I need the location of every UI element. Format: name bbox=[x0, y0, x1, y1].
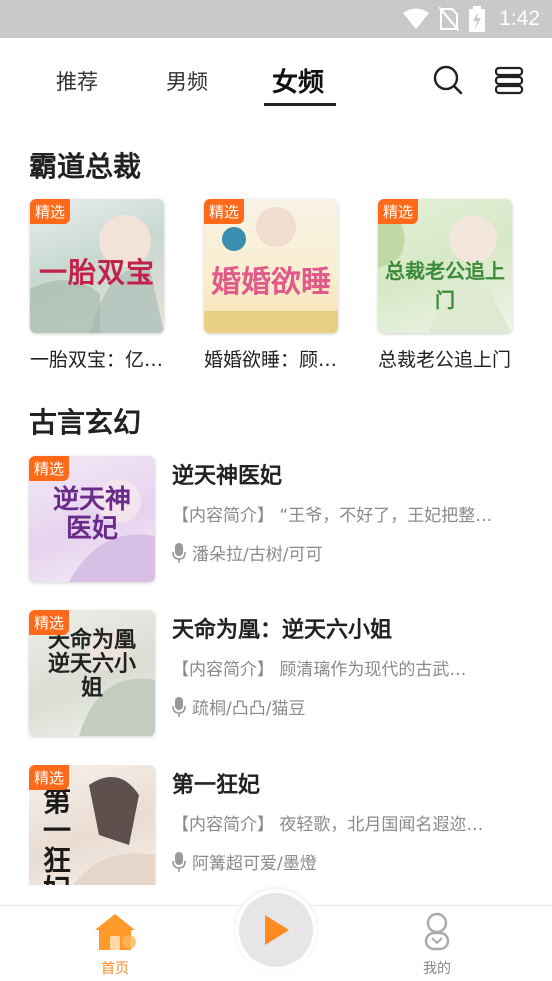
status-icons: 1:42 bbox=[403, 0, 540, 38]
book-title[interactable]: 逆天神医妃 bbox=[172, 458, 282, 490]
tab-recommend[interactable]: 推荐 bbox=[56, 66, 98, 96]
cover-title: 逆天神医妃 bbox=[52, 485, 131, 544]
book-title[interactable]: 总裁老公追上门 bbox=[378, 345, 538, 372]
book-title[interactable]: 第一狂妃 bbox=[172, 767, 260, 799]
list-item[interactable]: 第一狂妃 精选 第一狂妃 【内容简介】 夜轻歌，北月国闻名遐迩… 阿篝超可爱/墨… bbox=[29, 765, 529, 885]
list-item[interactable]: 逆天神医妃 精选 逆天神医妃 【内容简介】 “王爷，不好了，王妃把整… 潘朵拉/… bbox=[29, 456, 529, 586]
book-description: 【内容简介】 夜轻歌，北月国闻名遐迩… bbox=[172, 815, 484, 835]
no-sim-icon bbox=[439, 7, 460, 31]
section-title-list: 古言玄幻 bbox=[29, 406, 142, 439]
voice-actors: 阿篝超可爱/墨燈 bbox=[172, 849, 317, 874]
tab-male[interactable]: 男频 bbox=[166, 66, 208, 96]
nav-mine[interactable]: 我的 bbox=[397, 912, 477, 978]
tab-female[interactable]: 女频 bbox=[272, 62, 324, 99]
microphone-icon bbox=[172, 542, 186, 563]
microphone-icon bbox=[172, 696, 186, 717]
search-icon[interactable] bbox=[432, 64, 464, 96]
book-description: 【内容简介】 “王爷，不好了，王妃把整… bbox=[172, 506, 493, 526]
status-bar: 1:42 bbox=[0, 0, 552, 38]
top-nav: 推荐 男频 女频 bbox=[0, 38, 552, 120]
book-description: 【内容简介】 顾清璃作为现代的古武… bbox=[172, 660, 467, 680]
list-item[interactable]: 天命为凰逆天六小姐 精选 天命为凰：逆天六小姐 【内容简介】 顾清璃作为现代的古… bbox=[29, 610, 529, 740]
voice-actors-text: 阿篝超可爱/墨燈 bbox=[192, 854, 317, 874]
featured-badge: 精选 bbox=[29, 610, 70, 635]
wifi-icon bbox=[403, 8, 430, 29]
player-button-wrapper bbox=[235, 889, 317, 971]
profile-icon bbox=[424, 912, 450, 951]
section-title-featured: 霸道总裁 bbox=[29, 150, 142, 183]
book-title[interactable]: 一胎双宝：亿… bbox=[30, 345, 190, 372]
featured-badge: 精选 bbox=[29, 765, 70, 790]
cover-title: 第一狂妃 bbox=[43, 785, 72, 885]
book-title[interactable]: 婚婚欲睡：顾… bbox=[204, 345, 364, 372]
cover-title: 总裁老公追上门 bbox=[385, 259, 505, 312]
cover-title: 婚婚欲睡 bbox=[211, 265, 331, 300]
voice-actors: 疏桐/凸凸/猫豆 bbox=[172, 694, 305, 719]
bookshelf-icon[interactable] bbox=[493, 64, 525, 96]
nav-mine-label: 我的 bbox=[423, 961, 451, 977]
play-icon bbox=[265, 915, 289, 945]
battery-icon bbox=[469, 6, 486, 32]
voice-actors-text: 潘朵拉/古树/可可 bbox=[192, 545, 323, 565]
voice-actors: 潘朵拉/古树/可可 bbox=[172, 540, 322, 565]
featured-badge: 精选 bbox=[29, 456, 70, 481]
home-icon bbox=[95, 914, 136, 950]
cover-title: 一胎双宝 bbox=[38, 256, 155, 289]
microphone-icon bbox=[172, 851, 186, 872]
book-title[interactable]: 天命为凰：逆天六小姐 bbox=[172, 612, 392, 644]
featured-badge: 精选 bbox=[30, 199, 71, 224]
featured-badge: 精选 bbox=[378, 199, 419, 224]
nav-home-label: 首页 bbox=[101, 961, 129, 977]
voice-actors-text: 疏桐/凸凸/猫豆 bbox=[192, 699, 306, 719]
active-tab-indicator bbox=[264, 103, 336, 106]
play-button[interactable] bbox=[239, 893, 313, 967]
featured-badge: 精选 bbox=[204, 199, 245, 224]
status-time: 1:42 bbox=[499, 7, 540, 30]
nav-home[interactable]: 首页 bbox=[75, 912, 155, 978]
cover-title: 天命为凰逆天六小姐 bbox=[47, 627, 136, 702]
